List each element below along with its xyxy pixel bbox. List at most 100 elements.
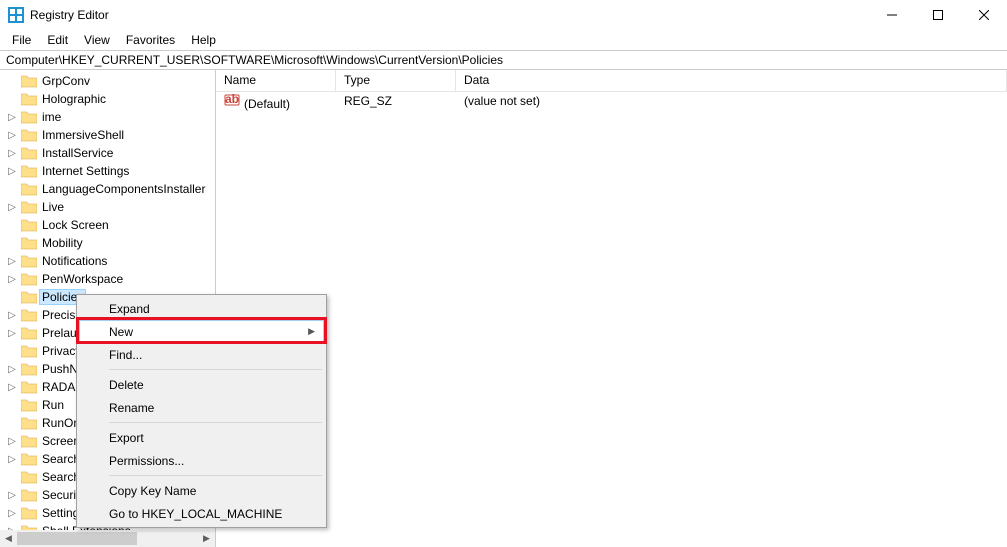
tree-item-grpconv[interactable]: GrpConv [0, 72, 215, 90]
folder-icon [21, 182, 37, 196]
menu-favorites[interactable]: Favorites [118, 31, 183, 49]
window-title: Registry Editor [30, 8, 869, 22]
expand-icon[interactable]: ▷ [6, 112, 18, 123]
folder-icon [21, 308, 37, 322]
scroll-left-arrow[interactable]: ◀ [0, 530, 17, 547]
expand-icon[interactable]: ▷ [6, 508, 18, 519]
value-name: ab(Default) [216, 92, 336, 111]
context-menu-item-rename[interactable]: Rename [79, 396, 324, 419]
value-data: (value not set) [456, 94, 1007, 108]
context-menu-separator [109, 369, 322, 370]
value-list: Name Type Data ab(Default)REG_SZ(value n… [216, 70, 1007, 547]
expand-icon[interactable]: ▷ [6, 454, 18, 465]
close-button[interactable] [961, 0, 1007, 30]
context-menu-separator [109, 475, 322, 476]
expand-icon[interactable]: ▷ [6, 364, 18, 375]
tree-item-label: Lock Screen [40, 218, 111, 232]
tree-item-label: Live [40, 200, 66, 214]
folder-icon [21, 110, 37, 124]
folder-icon [21, 398, 37, 412]
column-data[interactable]: Data [456, 70, 1007, 91]
context-menu-item-label: Copy Key Name [109, 484, 196, 498]
tree-item-label: Run [40, 398, 66, 412]
tree-item-internet-settings[interactable]: ▷ Internet Settings [0, 162, 215, 180]
column-name[interactable]: Name [216, 70, 336, 91]
tree-item-ime[interactable]: ▷ime [0, 108, 215, 126]
tree-item-label: Mobility [40, 236, 85, 250]
tree-item-penworkspace[interactable]: ▷PenWorkspace [0, 270, 215, 288]
minimize-button[interactable] [869, 0, 915, 30]
expand-icon[interactable]: ▷ [6, 490, 18, 501]
app-icon [8, 7, 24, 23]
maximize-button[interactable] [915, 0, 961, 30]
tree-item-lock-screen[interactable]: Lock Screen [0, 216, 215, 234]
context-menu-item-new[interactable]: New▶ [79, 320, 324, 343]
context-menu-item-label: Delete [109, 378, 144, 392]
expand-icon[interactable]: ▷ [6, 436, 18, 447]
folder-icon [21, 434, 37, 448]
tree-item-mobility[interactable]: Mobility [0, 234, 215, 252]
string-value-icon: ab [224, 92, 240, 108]
tree-item-label: Notifications [40, 254, 109, 268]
menu-help[interactable]: Help [183, 31, 224, 49]
context-menu-item-go-to-hkey-local-machine[interactable]: Go to HKEY_LOCAL_MACHINE [79, 502, 324, 525]
folder-icon [21, 452, 37, 466]
context-menu-item-label: Rename [109, 401, 154, 415]
context-menu-item-label: Permissions... [109, 454, 184, 468]
tree-item-installservice[interactable]: ▷InstallService [0, 144, 215, 162]
tree-item-languagecomponentsinstaller[interactable]: LanguageComponentsInstaller [0, 180, 215, 198]
folder-icon [21, 344, 37, 358]
tree-item-holographic[interactable]: Holographic [0, 90, 215, 108]
folder-icon [21, 380, 37, 394]
folder-icon [21, 416, 37, 430]
tree-item-live[interactable]: ▷ Live [0, 198, 215, 216]
expand-icon[interactable]: ▷ [6, 274, 18, 285]
folder-icon [21, 254, 37, 268]
svg-text:ab: ab [225, 92, 239, 106]
expand-icon[interactable]: ▷ [6, 310, 18, 321]
context-menu-item-label: Go to HKEY_LOCAL_MACHINE [109, 507, 282, 521]
tree-item-label: ImmersiveShell [40, 128, 126, 142]
expand-icon[interactable]: ▷ [6, 256, 18, 267]
expand-icon[interactable]: ▷ [6, 328, 18, 339]
folder-icon [21, 326, 37, 340]
context-menu-item-label: New [109, 325, 133, 339]
tree-horizontal-scrollbar[interactable]: ◀ ▶ [0, 530, 215, 547]
folder-icon [21, 488, 37, 502]
address-bar[interactable]: Computer\HKEY_CURRENT_USER\SOFTWARE\Micr… [0, 50, 1007, 70]
scroll-right-arrow[interactable]: ▶ [198, 530, 215, 547]
expand-icon[interactable]: ▷ [6, 202, 18, 213]
column-type[interactable]: Type [336, 70, 456, 91]
menu-view[interactable]: View [76, 31, 118, 49]
folder-icon [21, 200, 37, 214]
context-menu-item-find[interactable]: Find... [79, 343, 324, 366]
context-menu: Expand New▶Find... Delete Rename Export Permi… [76, 294, 327, 528]
context-menu-item-permissions[interactable]: Permissions... [79, 449, 324, 472]
tree-item-label: GrpConv [40, 74, 92, 88]
tree-item-label: Holographic [40, 92, 108, 106]
context-menu-item-expand[interactable]: Expand [79, 297, 324, 320]
tree-item-immersiveshell[interactable]: ▷ ImmersiveShell [0, 126, 215, 144]
folder-icon [21, 470, 37, 484]
list-row[interactable]: ab(Default)REG_SZ(value not set) [216, 92, 1007, 110]
expand-icon[interactable]: ▷ [6, 130, 18, 141]
context-menu-item-copy-key-name[interactable]: Copy Key Name [79, 479, 324, 502]
window-controls [869, 0, 1007, 30]
expand-icon[interactable]: ▷ [6, 148, 18, 159]
tree-item-label: LanguageComponentsInstaller [40, 182, 207, 196]
expand-icon[interactable]: ▷ [6, 166, 18, 177]
expand-icon[interactable]: ▷ [6, 382, 18, 393]
scroll-track[interactable] [17, 530, 198, 547]
context-menu-item-export[interactable]: Export [79, 426, 324, 449]
tree-item-label: Internet Settings [40, 164, 131, 178]
menubar: File Edit View Favorites Help [0, 30, 1007, 50]
scroll-thumb[interactable] [17, 532, 137, 545]
context-menu-item-label: Export [109, 431, 144, 445]
folder-icon [21, 146, 37, 160]
context-menu-item-delete[interactable]: Delete [79, 373, 324, 396]
context-menu-separator [109, 422, 322, 423]
menu-edit[interactable]: Edit [39, 31, 76, 49]
tree-item-notifications[interactable]: ▷ Notifications [0, 252, 215, 270]
menu-file[interactable]: File [4, 31, 39, 49]
context-menu-item-label: Expand [109, 302, 150, 316]
